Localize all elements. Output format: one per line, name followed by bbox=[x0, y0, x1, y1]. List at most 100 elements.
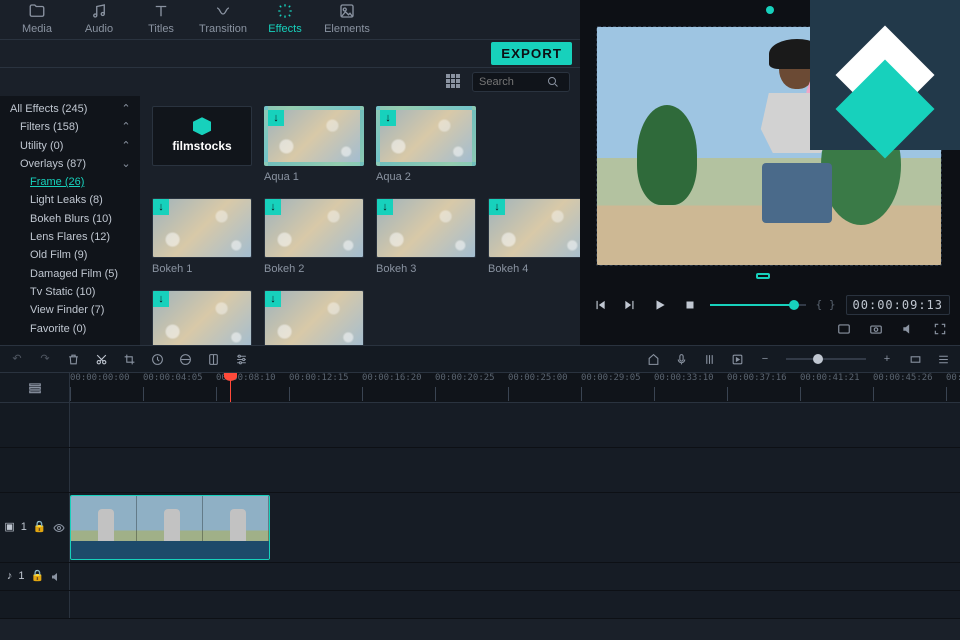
ruler-tick: 00:00:50:01 bbox=[946, 373, 960, 383]
track-manager-button[interactable] bbox=[936, 352, 950, 366]
zoom-slider[interactable] bbox=[786, 358, 866, 360]
preview-scrubber[interactable] bbox=[710, 304, 806, 306]
tree-item[interactable]: Frame (26) bbox=[0, 173, 140, 191]
effect-thumb[interactable]: ↓ bbox=[264, 106, 364, 166]
voiceover-button[interactable] bbox=[674, 352, 688, 366]
audio-track-body[interactable] bbox=[70, 563, 960, 590]
zoom-fit-button[interactable] bbox=[908, 352, 922, 366]
tree-item[interactable]: Damaged Film (5) bbox=[0, 265, 140, 283]
titles-icon bbox=[152, 2, 170, 20]
tree-item[interactable]: Bokeh Blurs (10) bbox=[0, 210, 140, 228]
effect-thumb[interactable]: ↓ bbox=[376, 198, 476, 258]
grid-view-toggle[interactable] bbox=[446, 74, 462, 90]
tree-item[interactable]: Tv Static (10) bbox=[0, 283, 140, 301]
tree-item[interactable]: Lens Flares (12) bbox=[0, 228, 140, 246]
render-button[interactable] bbox=[730, 352, 744, 366]
mute-icon[interactable] bbox=[50, 571, 62, 583]
video-track-body[interactable]: african-american-woman-walks-looking.mp4 bbox=[70, 493, 960, 562]
zoom-in-button[interactable]: + bbox=[880, 352, 894, 366]
download-icon[interactable]: ↓ bbox=[153, 291, 169, 307]
download-icon[interactable]: ↓ bbox=[265, 291, 281, 307]
thumb-label: Aqua 2 bbox=[376, 166, 476, 184]
timecode-display: 00:00:09:13 bbox=[846, 295, 950, 315]
effect-thumb[interactable]: ↓ bbox=[264, 198, 364, 258]
tree-item[interactable]: Filters (158)⌃ bbox=[0, 118, 140, 136]
tree-label: Tv Static (10) bbox=[30, 285, 95, 299]
download-icon[interactable]: ↓ bbox=[268, 110, 284, 126]
download-icon[interactable]: ↓ bbox=[153, 199, 169, 215]
mixer-button[interactable] bbox=[702, 352, 716, 366]
thumb-label: Bokeh 3 bbox=[376, 258, 476, 276]
thumb-cell: ↓ Bokeh 4 bbox=[488, 198, 580, 278]
tree-item[interactable]: Overlays (87)⌄ bbox=[0, 155, 140, 173]
lock-icon[interactable]: 🔒 bbox=[30, 569, 44, 583]
speed-button[interactable] bbox=[150, 352, 164, 366]
tree-label: View Finder (7) bbox=[30, 303, 104, 317]
effect-thumb[interactable]: ↓ bbox=[376, 106, 476, 166]
greenscreen-button[interactable] bbox=[206, 352, 220, 366]
effect-thumb[interactable]: ↓ bbox=[488, 198, 580, 258]
ruler-tick: 00:00:41:21 bbox=[800, 373, 860, 383]
tab-effects[interactable]: Effects bbox=[254, 0, 316, 39]
stop-button[interactable] bbox=[680, 295, 700, 315]
download-icon[interactable]: ↓ bbox=[377, 199, 393, 215]
track-body-empty2[interactable] bbox=[70, 448, 960, 492]
tree-item[interactable]: All Effects (245)⌃ bbox=[0, 100, 140, 118]
filmstocks-promo[interactable]: filmstocks bbox=[152, 106, 252, 166]
tree-item[interactable]: Old Film (9) bbox=[0, 246, 140, 264]
tree-label: Filters (158) bbox=[20, 120, 79, 134]
search-input[interactable] bbox=[479, 76, 547, 88]
adjust-button[interactable] bbox=[234, 352, 248, 366]
export-button[interactable]: EXPORT bbox=[491, 42, 572, 65]
elements-icon bbox=[338, 2, 356, 20]
track-body-empty[interactable] bbox=[70, 403, 960, 447]
zoom-out-button[interactable]: − bbox=[758, 352, 772, 366]
video-clip[interactable]: african-american-woman-walks-looking.mp4 bbox=[70, 495, 270, 560]
color-button[interactable] bbox=[178, 352, 192, 366]
cut-button[interactable] bbox=[94, 352, 108, 366]
thumb-label: Bokeh 4 bbox=[488, 258, 580, 276]
redo-button[interactable]: ↷ bbox=[38, 352, 52, 366]
media-icon bbox=[28, 2, 46, 20]
crop-button[interactable] bbox=[122, 352, 136, 366]
next-frame-button[interactable] bbox=[620, 295, 640, 315]
tree-label: All Effects (245) bbox=[10, 102, 87, 116]
ruler-tick: 00:00:25:00 bbox=[508, 373, 568, 383]
tree-item[interactable]: Utility (0)⌃ bbox=[0, 137, 140, 155]
lock-icon[interactable]: 🔒 bbox=[33, 520, 47, 534]
effect-thumb[interactable]: ↓ bbox=[152, 290, 252, 345]
speaker-icon[interactable] bbox=[898, 319, 918, 339]
ruler-tick: 00:00:04:05 bbox=[143, 373, 203, 383]
tree-item[interactable]: Light Leaks (8) bbox=[0, 191, 140, 209]
download-icon[interactable]: ↓ bbox=[380, 110, 396, 126]
effect-thumb[interactable]: ↓ bbox=[152, 198, 252, 258]
download-icon[interactable]: ↓ bbox=[489, 199, 505, 215]
download-icon[interactable]: ↓ bbox=[265, 199, 281, 215]
tab-label: Audio bbox=[85, 22, 113, 36]
tab-elements[interactable]: Elements bbox=[316, 0, 378, 39]
fullscreen-icon[interactable] bbox=[930, 319, 950, 339]
marker-button[interactable] bbox=[646, 352, 660, 366]
camera-icon[interactable] bbox=[866, 319, 886, 339]
chevron-up-icon: ⌃ bbox=[120, 139, 132, 153]
tab-transition[interactable]: Transition bbox=[192, 0, 254, 39]
tab-media[interactable]: Media bbox=[6, 0, 68, 39]
tab-titles[interactable]: Titles bbox=[130, 0, 192, 39]
effect-thumb[interactable]: ↓ bbox=[264, 290, 364, 345]
ruler-tick: 00:00:37:16 bbox=[727, 373, 787, 383]
play-button[interactable] bbox=[650, 295, 670, 315]
eye-icon[interactable] bbox=[53, 522, 65, 534]
undo-button[interactable]: ↶ bbox=[10, 352, 24, 366]
timeline-ruler[interactable]: 00:00:00:0000:00:04:0500:00:08:1000:00:1… bbox=[70, 373, 960, 402]
prev-frame-button[interactable] bbox=[590, 295, 610, 315]
tab-audio[interactable]: Audio bbox=[68, 0, 130, 39]
delete-button[interactable] bbox=[66, 352, 80, 366]
timeline-corner bbox=[0, 373, 70, 402]
tab-label: Titles bbox=[148, 22, 174, 36]
crop-handle-bottom[interactable] bbox=[756, 273, 770, 279]
tree-item[interactable]: View Finder (7) bbox=[0, 301, 140, 319]
transport-bar: { } 00:00:09:13 bbox=[590, 295, 950, 315]
snapshot-icon[interactable] bbox=[834, 319, 854, 339]
tree-item[interactable]: Favorite (0) bbox=[0, 320, 140, 338]
crop-handle-top[interactable] bbox=[766, 6, 774, 14]
